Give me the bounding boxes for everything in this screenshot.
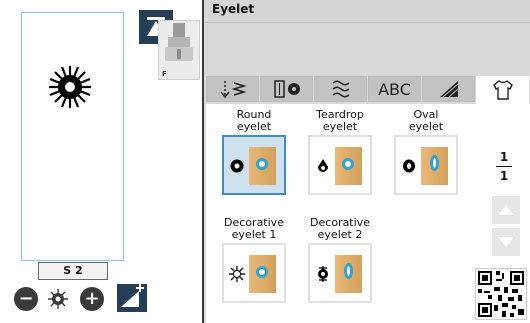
stitch-label-line2: eyelet 2 [317, 228, 363, 241]
decorative-eyelet-1-button[interactable] [222, 243, 286, 303]
tab-decorative[interactable] [314, 76, 367, 102]
tab-utility[interactable] [206, 76, 259, 102]
category-header: Eyelet [206, 0, 530, 23]
tab-buttonhole[interactable] [260, 76, 313, 102]
arrow-down-icon [498, 237, 514, 247]
round-eyelet-icon [230, 159, 244, 173]
oval-eyelet-icon [403, 159, 415, 173]
teardrop-eyelet-button[interactable] [308, 135, 372, 195]
oval-eyelet-button[interactable] [394, 135, 458, 195]
presser-foot-label: F [162, 70, 167, 78]
eyelet-hole-icon [344, 263, 353, 279]
presser-foot-indicator: F [158, 20, 200, 80]
stitch-label-line2: eyelet [408, 120, 444, 133]
decorative-eyelet-2-button[interactable] [308, 243, 372, 303]
page-total: 1 [499, 169, 509, 183]
stitch-round-eyelet[interactable]: Round eyelet [214, 109, 294, 195]
eyelet-hole-icon [256, 266, 268, 278]
size-increase-button[interactable]: + [80, 287, 104, 311]
stitch-oval-eyelet[interactable]: Oval eyelet [386, 109, 466, 195]
stitch-adjust-icon [121, 284, 144, 307]
teardrop-eyelet-icon [318, 159, 328, 172]
tab-characters-label: ABC [378, 79, 411, 99]
eyelet-hole-icon [342, 158, 354, 170]
decorative-eyelet-1-icon [229, 266, 245, 282]
utility-stitch-icon [219, 81, 247, 98]
stitch-label-line2: eyelet [322, 120, 358, 133]
stitch-size-display: S 2 [38, 262, 108, 280]
eyelet-hole-icon [256, 158, 268, 170]
tab-garment[interactable] [476, 76, 529, 104]
tab-characters[interactable]: ABC [368, 76, 421, 102]
qr-code-icon[interactable] [475, 268, 527, 320]
page-current: 1 [499, 150, 509, 164]
presser-foot-icon [165, 23, 193, 61]
stitch-length-button[interactable] [117, 284, 147, 312]
round-eyelet-button[interactable] [222, 135, 286, 195]
stitch-label-line2: eyelet 1 [231, 228, 277, 241]
category-tabs: ABC [206, 76, 530, 104]
eyelet-hole-icon [430, 155, 439, 171]
page-divider [496, 166, 512, 167]
decorative-eyelet-2-icon [318, 266, 328, 282]
stitch-preview-panel: F S 2 − + [0, 0, 204, 323]
size-decrease-button[interactable]: − [14, 287, 38, 311]
qr-code-pattern [478, 271, 524, 317]
stitch-decorative-eyelet-2[interactable]: Decorative eyelet 2 [300, 217, 380, 303]
round-eyelet-preview-icon [49, 66, 91, 108]
tab-satin[interactable] [422, 76, 475, 102]
buttonhole-icon [273, 80, 300, 98]
shirt-icon [492, 80, 513, 100]
stitch-teardrop-eyelet[interactable]: Teardrop eyelet [300, 109, 380, 195]
page-down-button[interactable] [492, 228, 520, 256]
page-title: Eyelet [212, 2, 255, 16]
page-indicator: 1 1 [492, 150, 516, 183]
stitch-preview-area [21, 12, 124, 261]
decorative-stitch-icon [332, 80, 349, 98]
eyelet-size-icon [48, 289, 68, 309]
arrow-up-icon [498, 205, 514, 215]
satin-stitch-icon [439, 81, 458, 98]
stitch-label-line2: eyelet [236, 120, 272, 133]
stitch-decorative-eyelet-1[interactable]: Decorative eyelet 1 [214, 217, 294, 303]
page-up-button[interactable] [492, 196, 520, 224]
